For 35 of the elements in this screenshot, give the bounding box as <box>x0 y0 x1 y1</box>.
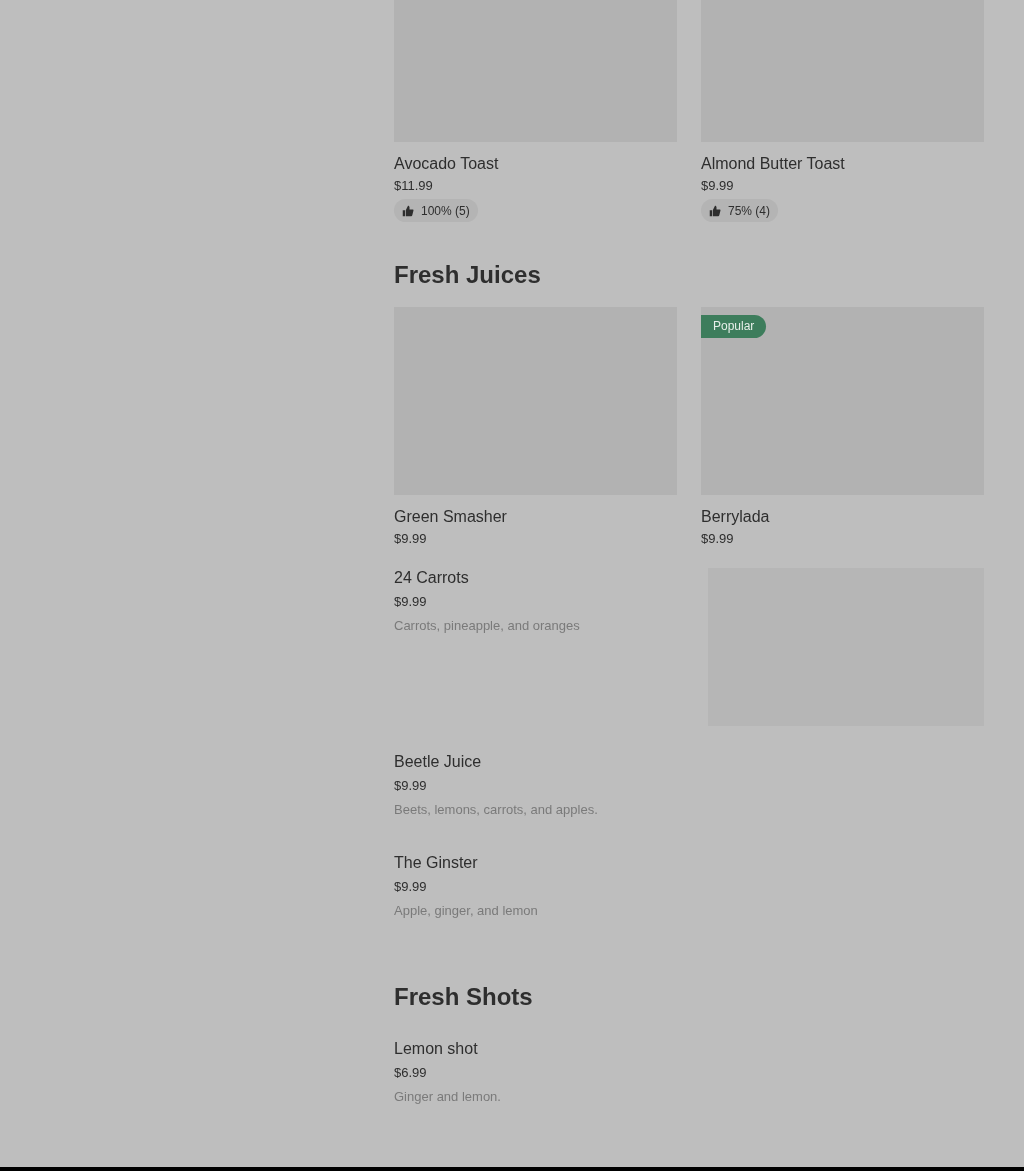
item-name: The Ginster <box>394 853 479 873</box>
item-price: $11.99 <box>394 177 434 195</box>
item-name: Lemon shot <box>394 1039 479 1059</box>
item-description: Carrots, pineapple, and oranges <box>394 617 580 635</box>
popular-badge: Popular <box>701 315 767 338</box>
item-price: $9.99 <box>394 593 428 611</box>
item-price: $9.99 <box>394 530 428 548</box>
item-description: Apple, ginger, and lemon <box>394 902 538 920</box>
item-name: Beetle Juice <box>394 752 483 772</box>
rating-text: 100% (5) <box>421 202 470 220</box>
item-name: Avocado Toast <box>394 154 500 174</box>
menu-item-card[interactable]: Green Smasher $9.99 <box>394 307 677 548</box>
menu-item-row[interactable]: The Ginster $9.99 Apple, ginger, and lemon <box>394 843 984 944</box>
menu-item-card[interactable]: Almond Butter Toast $9.99 75% (4) <box>701 0 984 222</box>
item-name: Almond Butter Toast <box>701 154 846 174</box>
item-price: $9.99 <box>394 878 428 896</box>
item-price: $6.99 <box>394 1064 428 1082</box>
menu-item-row[interactable]: Lemon shot $6.99 Ginger and lemon. <box>394 1029 984 1130</box>
menu-item-row[interactable]: Beetle Juice $9.99 Beets, lemons, carrots, and apples. <box>394 742 984 843</box>
thumbs-up-icon <box>402 204 414 217</box>
menu-item-card[interactable]: Avocado Toast $11.99 100% (5) <box>394 0 677 222</box>
section-heading: Fresh Juices <box>394 260 542 290</box>
item-name: Green Smasher <box>394 507 508 527</box>
item-description: Beets, lemons, carrots, and apples. <box>394 801 598 819</box>
item-price: $9.99 <box>701 177 735 195</box>
section-heading: Fresh Shots <box>394 982 534 1012</box>
rating-text: 75% (4) <box>728 202 771 220</box>
item-name: 24 Carrots <box>394 568 470 588</box>
item-description: Ginger and lemon. <box>394 1088 501 1106</box>
item-name: Berrylada <box>701 507 771 527</box>
thumbs-up-icon <box>709 204 721 217</box>
menu-item-card[interactable]: Popular Berrylada $9.99 <box>701 307 984 548</box>
menu-item-row[interactable]: 24 Carrots $9.99 Carrots, pineapple, and oranges <box>394 548 984 742</box>
item-price: $9.99 <box>394 777 428 795</box>
item-price: $9.99 <box>701 530 735 548</box>
